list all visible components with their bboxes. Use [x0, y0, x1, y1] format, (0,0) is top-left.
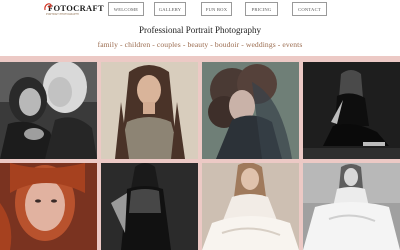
photo-image [0, 62, 97, 159]
page-title: Professional Portrait Photography [139, 25, 261, 35]
photo-image [303, 163, 400, 250]
photo-image [202, 62, 299, 159]
site-header: FOTOCRAFT PORTRAIT PHOTOGRAPHY WELCOME G… [0, 0, 400, 56]
nav-pricing[interactable]: PRICING [245, 2, 278, 16]
photo-image [101, 163, 198, 250]
gallery-photo-curly-hair-veil[interactable] [202, 62, 299, 159]
photo-image [202, 163, 299, 250]
gallery-photo-white-dress[interactable] [202, 163, 299, 250]
gallery-photo-red-hair[interactable] [0, 163, 97, 250]
gallery-photo-sheer-top[interactable] [101, 163, 198, 250]
gallery-photo-mother-daughter[interactable] [0, 62, 97, 159]
photo-image [101, 62, 198, 159]
nav-fun-box[interactable]: FUN BOX [201, 2, 232, 16]
nav-gallery[interactable]: GALLERY [154, 2, 186, 16]
page-subtitle: family - children - couples - beauty - b… [97, 40, 303, 49]
gallery-photo-girl-long-hair[interactable] [101, 62, 198, 159]
photo-image [0, 163, 97, 250]
photo-image [303, 62, 400, 159]
nav-welcome[interactable]: WELCOME [108, 2, 144, 16]
gallery-photo-seated-woman[interactable] [303, 62, 400, 159]
main-nav: WELCOME GALLERY FUN BOX PRICING CONTACT [0, 2, 400, 16]
gallery-photo-white-gown[interactable] [303, 163, 400, 250]
nav-contact[interactable]: CONTACT [292, 2, 327, 16]
